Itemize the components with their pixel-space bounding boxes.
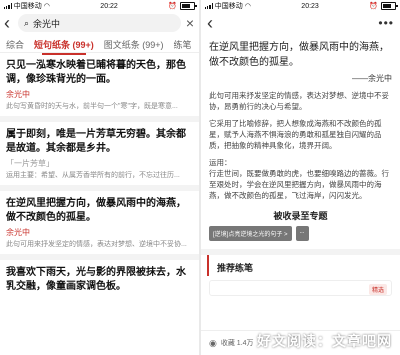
recommend-card[interactable]: 精选 <box>209 280 392 296</box>
alarm-icon: ⏰ <box>369 3 378 10</box>
wifi-icon: ◠ <box>244 3 251 10</box>
result-title: 在逆风里把握方向，做暴风雨中的海燕，做不改颜色的孤星。 <box>6 198 186 223</box>
result-title: 只见一泓寒水映着已晡将暮的天色，那色调，像珍珠背光的一面。 <box>6 60 186 85</box>
usage-text: 行走世间，既要做勇敢的虎，也要细嗅路边的蔷薇。行至艰处时，学会在逆风里把握方向，… <box>209 169 389 200</box>
alarm-icon: ⏰ <box>168 3 177 10</box>
watermark: 好文阅读：文章吧网 <box>257 333 392 349</box>
result-author: 余光中 <box>6 228 30 237</box>
recommend-title: 推荐练笔 <box>207 255 400 276</box>
search-input[interactable]: ⌕ 余光中 <box>18 14 181 32</box>
result-title: 属于即刻，唯是一片芳草无穷碧。其余都是故道。其余都是乡井。 <box>6 129 186 154</box>
views-count: 收藏 1.4万 <box>220 340 254 347</box>
more-options-icon[interactable]: ••• <box>378 16 394 30</box>
close-icon[interactable]: × <box>185 15 195 31</box>
battery-icon <box>179 2 197 10</box>
battery-icon <box>380 2 398 10</box>
carrier-name: 中国移动 <box>214 3 243 10</box>
wifi-icon: ◠ <box>43 3 50 10</box>
status-bar: 中国移动 ◠ 20:22 ⏰ <box>0 0 199 12</box>
result-title: 我喜欢下雨天，光与影的界限被抹去，水乳交融，像童画家调色板。 <box>6 267 186 292</box>
quote-author[interactable]: ——余光中 <box>201 70 400 90</box>
result-snippet: 运用主要：希望、从属芳香举所有的前行，不忘过往历... <box>6 172 180 179</box>
status-bar: 中国移动 ◠ 20:23 ⏰ <box>201 0 400 12</box>
eye-icon: ◉ <box>209 337 217 348</box>
topic-chip[interactable]: [逆境]点亮逆境之光的句子 > <box>209 226 292 241</box>
usage-label: 运用： <box>209 158 232 167</box>
tab-image-notes[interactable]: 图文纸条 (99+) <box>104 38 164 52</box>
search-icon: ⌕ <box>24 17 30 28</box>
search-header: ‹ ⌕ 余光中 × <box>0 12 199 34</box>
list-item[interactable]: 属于即刻，唯是一片芳草无穷碧。其余都是故道。其余都是乡井。 「一片芳草」 运用主… <box>0 122 199 191</box>
carrier-name: 中国移动 <box>13 3 42 10</box>
search-results-screen: 中国移动 ◠ 20:22 ⏰ ‹ ⌕ 余光中 × 综合 短句纸条 (99+) 图… <box>0 0 199 355</box>
status-time: 20:23 <box>301 2 319 10</box>
back-arrow-icon[interactable]: ‹ <box>4 14 14 32</box>
result-tabs: 综合 短句纸条 (99+) 图文纸条 (99+) 练笔 <box>0 34 199 55</box>
collected-title: 被收录至专题 <box>273 211 328 221</box>
tab-all[interactable]: 综合 <box>6 38 24 52</box>
back-arrow-icon[interactable]: ‹ <box>207 14 217 32</box>
list-item[interactable]: 只见一泓寒水映着已晡将暮的天色，那色调，像珍珠背光的一面。 余光中 此句写黄昏时… <box>0 53 199 122</box>
quote-detail-screen: 中国移动 ◠ 20:23 ⏰ ‹ ••• 在逆风里把握方向，做暴风雨中的海燕，做… <box>201 0 400 355</box>
result-snippet: 此句可用来抒发坚定的情感，表达对梦想、逆境中不妥协... <box>6 241 187 248</box>
quote-text: 在逆风里把握方向，做暴风雨中的海燕，做不改颜色的孤星。 <box>209 42 389 68</box>
signal-icon <box>4 3 12 9</box>
result-snippet: 此句写黄昏时的天与水，前半句一个"寒"字，既是寒意... <box>6 103 178 110</box>
topic-chip-more[interactable]: ... <box>295 226 309 241</box>
search-query[interactable]: 余光中 <box>33 17 60 30</box>
detail-header: ‹ ••• <box>201 12 400 34</box>
list-item[interactable]: 我喜欢下雨天，光与影的界限被抹去，水乳交融，像童画家调色板。 <box>0 260 199 298</box>
status-time: 20:22 <box>100 2 118 10</box>
list-item[interactable]: 在逆风里把握方向，做暴风雨中的海燕，做不改颜色的孤星。 余光中 此句可用来抒发坚… <box>0 191 199 260</box>
topic-chips: [逆境]点亮逆境之光的句子 > ... <box>201 226 400 241</box>
result-author: 余光中 <box>6 90 30 99</box>
featured-badge: 精选 <box>368 284 387 295</box>
tab-short-notes[interactable]: 短句纸条 (99+) <box>34 38 94 55</box>
signal-icon <box>205 3 213 9</box>
analysis-paragraph: 此句可用来抒发坚定的情感，表达对梦想、逆境中不妥协，昂勇前行的决心与希望。 <box>209 91 389 111</box>
tab-practice[interactable]: 练笔 <box>174 38 192 52</box>
analysis-paragraph: 它采用了比喻修辞，把人想象成海燕和不改颜色的孤星，赋予人海燕不惧海浪的勇敢和孤星… <box>209 119 382 150</box>
result-author: 「一片芳草」 <box>6 159 54 168</box>
